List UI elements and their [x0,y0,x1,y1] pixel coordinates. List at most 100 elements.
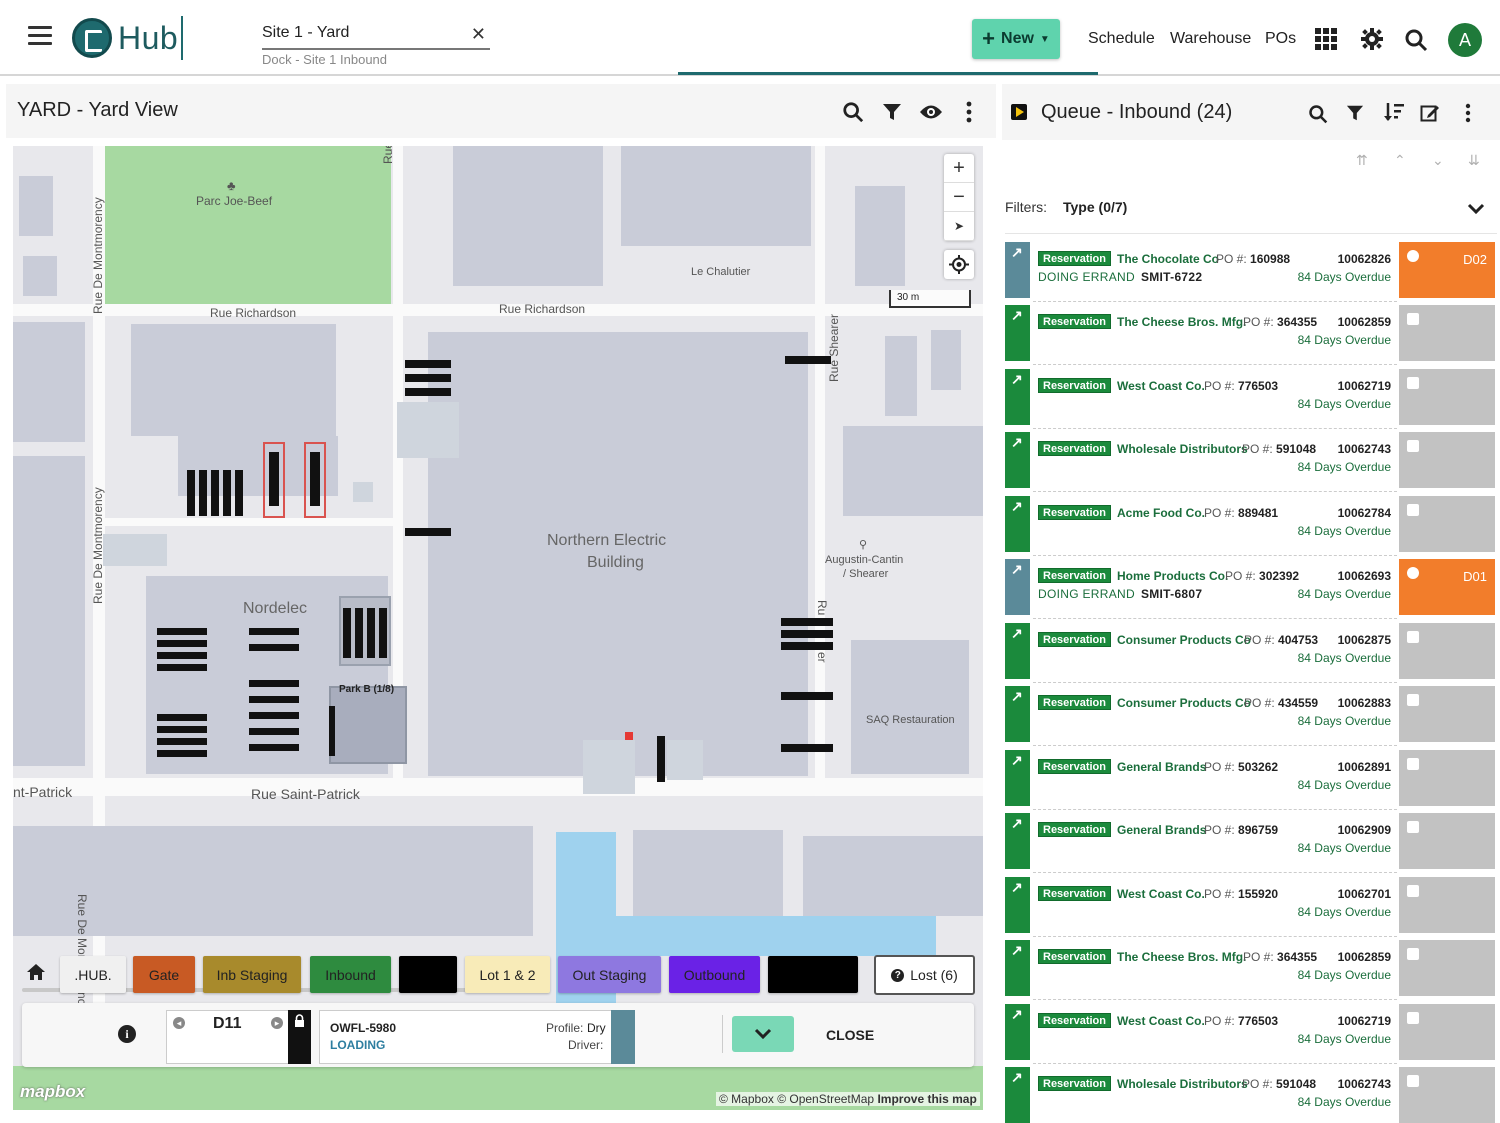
open-item-icon[interactable] [1005,623,1030,679]
queue-item[interactable]: Reservation General Brands PO #: 896759 … [1005,813,1497,873]
zoom-out-button[interactable]: − [944,183,974,212]
queue-item[interactable]: Reservation Acme Food Co. PO #: 889481 1… [1005,496,1497,556]
open-item-icon[interactable] [1005,242,1030,298]
stall[interactable] [249,680,299,687]
door-assignment[interactable]: D02 [1399,242,1495,298]
door-assignment[interactable] [1399,877,1495,933]
queue-item[interactable]: Reservation The Cheese Bros. Mfg. PO #: … [1005,305,1497,365]
stall[interactable] [269,452,279,506]
stall[interactable] [249,644,299,651]
apps-grid-icon[interactable] [1315,28,1337,50]
stall[interactable] [405,374,451,382]
tab-gate[interactable]: Gate [133,956,195,993]
alert-stall-marker[interactable] [625,732,633,740]
expand-button[interactable] [732,1016,794,1052]
zoom-in-button[interactable]: + [944,154,974,183]
mapbox-logo[interactable]: mapbox [20,1082,85,1102]
stall[interactable] [249,628,299,635]
stall[interactable] [781,630,833,638]
stall[interactable] [781,692,833,700]
move-top-icon[interactable]: ⇈ [1356,152,1370,168]
door-assignment[interactable] [1399,686,1495,742]
stall[interactable] [157,664,207,671]
stall[interactable] [157,714,207,721]
user-avatar[interactable]: A [1448,23,1482,57]
open-item-icon[interactable] [1005,1004,1030,1060]
edit-note-icon[interactable] [1420,103,1440,123]
checkbox-icon[interactable] [1407,885,1419,897]
stall[interactable] [367,608,375,658]
close-button[interactable]: CLOSE [826,1027,874,1043]
queue-item[interactable]: Reservation The Chocolate Co PO #: 16098… [1005,242,1497,302]
menu-icon[interactable] [28,26,52,48]
tab-out-staging[interactable]: Out Staging [558,956,661,993]
stall[interactable] [199,470,207,516]
checkbox-icon[interactable] [1407,758,1419,770]
queue-item[interactable]: Reservation West Coast Co. PO #: 776503 … [1005,1004,1497,1064]
queue-item[interactable]: Reservation Wholesale Distributors PO #:… [1005,1067,1497,1123]
info-icon[interactable]: i [118,1025,136,1043]
queue-item[interactable]: Reservation Consumer Products Co PO #: 4… [1005,686,1497,746]
open-item-icon[interactable] [1005,940,1030,996]
stall[interactable] [781,744,833,752]
yard-search-icon[interactable] [842,101,864,123]
radio-icon[interactable] [1407,567,1419,579]
stall-empty-group[interactable] [103,534,167,566]
stall[interactable] [249,696,299,703]
stall[interactable] [157,726,207,733]
queue-filter-icon[interactable] [1346,104,1364,122]
door-assignment[interactable] [1399,750,1495,806]
tab-hub[interactable]: .HUB. [60,956,126,993]
open-item-icon[interactable] [1005,1067,1030,1123]
nav-warehouse[interactable]: Warehouse [1170,30,1251,48]
open-item-icon[interactable] [1005,813,1030,869]
queue-item[interactable]: Reservation Consumer Products Co PO #: 4… [1005,623,1497,683]
queue-item[interactable]: Reservation Wholesale Distributors PO #:… [1005,432,1497,492]
queue-item[interactable]: Reservation The Cheese Bros. Mfg. PO #: … [1005,940,1497,1000]
open-item-icon[interactable] [1005,369,1030,425]
next-door-icon[interactable]: ▸ [271,1017,283,1029]
tab-outbound[interactable]: Outbound [669,956,760,993]
checkbox-icon[interactable] [1407,821,1419,833]
stall[interactable] [781,618,833,626]
checkbox-icon[interactable] [1407,1075,1419,1087]
stall[interactable] [211,470,219,516]
improve-map-link[interactable]: Improve this map [877,1092,976,1106]
park-b-lot[interactable] [329,686,407,764]
door-assignment[interactable] [1399,940,1495,996]
open-item-icon[interactable] [1005,305,1030,361]
trailer-box[interactable]: OWFL-5980 LOADING Profile: Dry Driver: [319,1010,635,1064]
checkbox-icon[interactable] [1407,1012,1419,1024]
checkbox-icon[interactable] [1407,504,1419,516]
stall[interactable] [187,470,195,516]
stall[interactable] [157,652,207,659]
open-item-icon[interactable] [1005,432,1030,488]
stall-empty-group[interactable] [583,740,635,794]
checkbox-icon[interactable] [1407,948,1419,960]
tab-inbound[interactable]: Inbound [310,956,391,993]
door-assignment[interactable] [1399,813,1495,869]
radio-icon[interactable] [1407,250,1419,262]
door-assignment[interactable] [1399,1004,1495,1060]
stall[interactable] [157,640,207,647]
queue-play-icon[interactable] [1011,104,1027,120]
home-icon[interactable] [26,963,46,981]
stall[interactable] [223,470,231,516]
stall[interactable] [235,470,243,516]
queue-search-icon[interactable] [1308,104,1328,124]
locate-me-button[interactable] [944,250,974,279]
tab-unnamed-1[interactable] [399,956,457,993]
stall-empty-group[interactable] [667,740,703,780]
stall[interactable] [785,356,831,364]
stall[interactable] [379,608,387,658]
stall[interactable] [405,528,451,536]
filters-expand-chevron-icon[interactable] [1467,203,1485,215]
yard-more-icon[interactable] [965,101,973,123]
stall[interactable] [781,642,833,650]
sort-icon[interactable] [1383,101,1405,123]
door-assignment[interactable] [1399,369,1495,425]
stall[interactable] [310,452,320,506]
filters-value[interactable]: Type (0/7) [1063,199,1127,215]
stall[interactable] [157,628,207,635]
queue-item[interactable]: Reservation General Brands PO #: 503262 … [1005,750,1497,810]
